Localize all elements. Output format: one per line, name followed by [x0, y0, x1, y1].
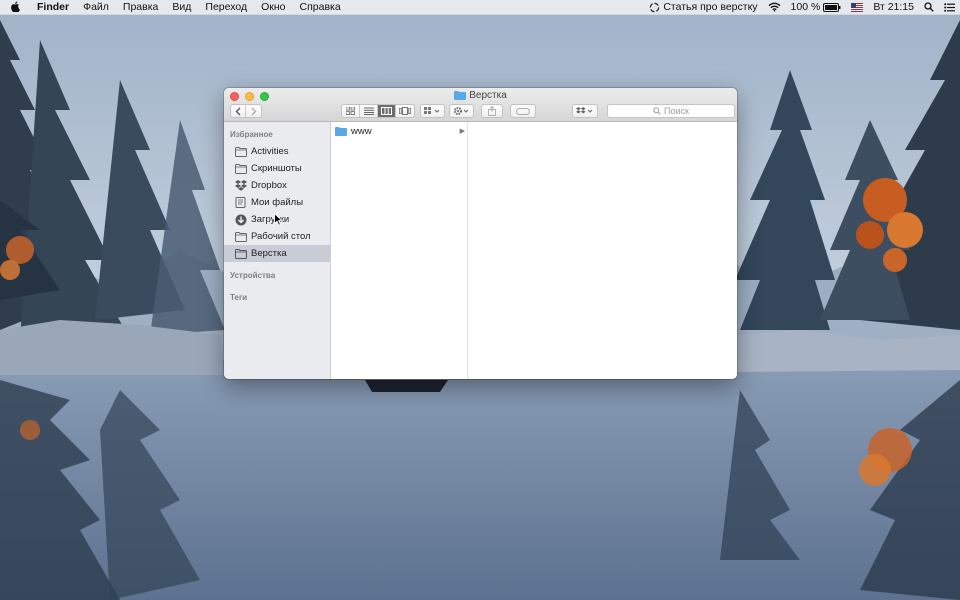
favorites-header: Избранное: [230, 130, 273, 139]
menu-bar: Finder Файл Правка Вид Переход Окно Спра…: [0, 0, 960, 15]
battery-status[interactable]: 100 %: [786, 0, 847, 15]
menu-go[interactable]: Переход: [198, 0, 254, 15]
sidebar-item-desktop[interactable]: Рабочий стол: [224, 228, 330, 245]
back-icon: [235, 107, 241, 115]
column-view-icon: [381, 107, 392, 115]
view-mode-control: [341, 104, 415, 118]
sidebar: Избранное Activities Скриншоты Dropbox М…: [224, 122, 331, 379]
dropbox-icon: [235, 180, 247, 191]
sidebar-item-screenshots[interactable]: Скриншоты: [224, 160, 330, 177]
dropbox-icon: [576, 106, 593, 113]
browser-column-1: www ▶: [331, 122, 468, 379]
devices-header[interactable]: Устройства: [224, 269, 330, 284]
cover-flow-button[interactable]: [396, 105, 414, 117]
sidebar-item-dropbox[interactable]: Dropbox: [224, 177, 330, 194]
battery-percent: 100 %: [790, 0, 821, 13]
list-item-www[interactable]: www ▶: [331, 124, 467, 138]
window-title: Верстка: [469, 90, 507, 101]
sidebar-item-label: Верстка: [251, 248, 287, 259]
us-flag-icon: [851, 2, 864, 12]
menu-window[interactable]: Окно: [254, 0, 292, 15]
folder-icon: [235, 231, 247, 242]
browser-column-2: [468, 122, 737, 379]
sidebar-item-label: Мои файлы: [251, 197, 304, 208]
search-field[interactable]: Поиск: [607, 104, 735, 118]
arrange-icon: [424, 107, 440, 114]
back-button[interactable]: [231, 105, 246, 117]
menu-file[interactable]: Файл: [76, 0, 116, 15]
icon-view-icon: [346, 107, 355, 115]
sidebar-item-label: Скриншоты: [251, 163, 302, 174]
folder-icon: [235, 163, 247, 174]
sidebar-item-label: Загрузки: [251, 214, 290, 225]
column-view-button[interactable]: [378, 105, 396, 117]
sidebar-item-label: Рабочий стол: [251, 231, 311, 242]
menu-view[interactable]: Вид: [165, 0, 198, 15]
search-placeholder: Поиск: [664, 106, 689, 116]
search-icon: [653, 107, 661, 115]
sidebar-item-label: Activities: [251, 146, 289, 157]
folder-icon: [235, 146, 247, 157]
window-titlebar[interactable]: Верстка Поиск: [224, 88, 737, 122]
sync-icon: [650, 2, 660, 12]
window-title-wrap: Верстка: [224, 90, 737, 101]
window-content: Избранное Activities Скриншоты Dropbox М…: [224, 122, 737, 379]
disclosure-arrow-icon: ▶: [459, 128, 465, 135]
spotlight-button[interactable]: [919, 2, 939, 12]
tags-header[interactable]: Теги: [224, 291, 330, 306]
wifi-icon: [768, 2, 781, 12]
nav-buttons: [230, 104, 262, 118]
cover-flow-icon: [399, 107, 411, 115]
dropbox-button[interactable]: [572, 104, 598, 118]
menu-help[interactable]: Справка: [293, 0, 348, 15]
sidebar-item-label: Dropbox: [251, 180, 287, 191]
sidebar-item-verstka[interactable]: Верстка: [224, 245, 330, 262]
sidebar-item-my-files[interactable]: Мои файлы: [224, 194, 330, 211]
forward-button[interactable]: [246, 105, 261, 117]
list-bullets-icon: [944, 2, 955, 12]
file-name: www: [351, 125, 372, 137]
spotlight-icon: [924, 2, 934, 12]
wifi-status[interactable]: [763, 2, 786, 12]
forward-icon: [251, 107, 256, 115]
input-source[interactable]: [846, 2, 868, 12]
tags-button[interactable]: [510, 104, 536, 118]
folder-icon: [454, 91, 467, 100]
battery-icon: [823, 2, 841, 12]
share-icon: [488, 106, 496, 116]
icon-view-button[interactable]: [342, 105, 360, 117]
action-gear-icon: [454, 107, 469, 115]
menu-app-name[interactable]: Finder: [30, 0, 76, 15]
arrange-button[interactable]: [420, 104, 445, 118]
status-article[interactable]: Статья про верстку: [644, 0, 762, 15]
finder-window: Верстка Поиск Избранное Activities Скрин…: [224, 88, 737, 379]
documents-icon: [235, 197, 246, 208]
apple-icon: [11, 0, 20, 13]
menu-edit[interactable]: Правка: [116, 0, 165, 15]
list-view-icon: [363, 107, 374, 115]
notification-center-button[interactable]: [939, 2, 960, 12]
downloads-icon: [235, 214, 247, 225]
list-view-button[interactable]: [360, 105, 378, 117]
tag-icon: [516, 107, 530, 115]
action-button[interactable]: [449, 104, 474, 118]
toolbar: Поиск: [230, 104, 735, 119]
article-title: Статья про верстку: [663, 0, 758, 13]
clock[interactable]: Вт 21:15: [868, 0, 919, 15]
mouse-pointer-icon: [274, 213, 283, 226]
share-button[interactable]: [481, 104, 503, 118]
folder-icon: [235, 248, 247, 259]
sidebar-item-activities[interactable]: Activities: [224, 143, 330, 160]
apple-menu[interactable]: [0, 0, 30, 14]
folder-icon: [335, 126, 347, 136]
